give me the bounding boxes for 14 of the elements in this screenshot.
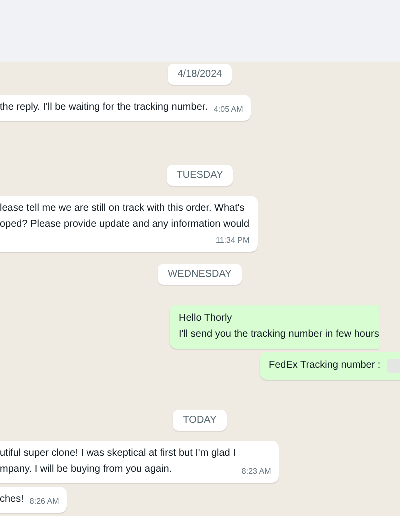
message-text: FedEx Tracking number :	[269, 359, 381, 373]
message-text: lease tell me we are still on track with this order. What's oped? Please provide update and any information would	[0, 202, 250, 232]
message-text: Hello Thorly I'll send you the tracking number in few hours	[179, 312, 380, 342]
message-time: 8:26 AM	[30, 496, 60, 508]
message-text: ches!	[0, 493, 24, 507]
message-text: the reply. I'll be waiting for the tracking number.	[0, 101, 208, 115]
date-label: 4/18/2024	[168, 64, 232, 85]
date-label: TODAY	[173, 410, 227, 431]
message-time: 8:23 AM	[242, 466, 272, 478]
message-time: 11:34 PM	[216, 235, 250, 247]
message-text: utiful super clone! I was skeptical at first but I'm glad I mpany. I will be buying from you again.	[0, 447, 236, 477]
date-label: WEDNESDAY	[158, 264, 242, 285]
message-time: 4:05 AM	[214, 104, 244, 116]
date-label: TUESDAY	[166, 165, 234, 186]
